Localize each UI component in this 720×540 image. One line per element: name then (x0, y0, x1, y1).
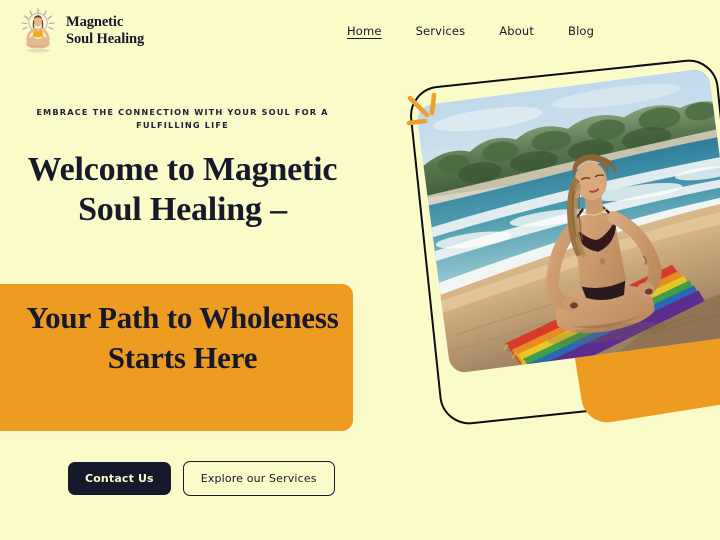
hero-cta-row: Contact Us Explore our Services (68, 461, 335, 496)
hero-photo-card (415, 67, 720, 375)
hero-headline-highlight: Your Path to Wholeness Starts Here (26, 300, 339, 375)
nav-item-blog[interactable]: Blog (568, 24, 594, 38)
brand-name-line1: Magnetic (66, 13, 124, 30)
main-navigation: Home Services About Blog (347, 24, 594, 38)
explore-services-button[interactable]: Explore our Services (182, 461, 335, 496)
brand-name-line2: Soul Healing (66, 31, 145, 47)
orange-sparkle-icon (404, 90, 444, 132)
contact-us-button[interactable]: Contact Us (68, 462, 171, 495)
nav-item-home[interactable]: Home (347, 24, 382, 38)
nav-item-services[interactable]: Services (416, 24, 466, 38)
hero-headline: Welcome to Magnetic Soul Healing – (27, 151, 338, 229)
brand-name: Magnetic Soul Healing (66, 14, 144, 48)
hero-landing-page: Magnetic Soul Healing Home Services Abou… (0, 0, 720, 540)
meditating-figure-logo-icon (16, 8, 60, 54)
hero-eyebrow: EMBRACE THE CONNECTION WITH YOUR SOUL FO… (36, 107, 329, 131)
brand-logo[interactable]: Magnetic Soul Healing (16, 8, 144, 54)
site-header: Magnetic Soul Healing Home Services Abou… (0, 0, 720, 62)
hero-visual (390, 50, 720, 450)
nav-item-about[interactable]: About (499, 24, 534, 38)
